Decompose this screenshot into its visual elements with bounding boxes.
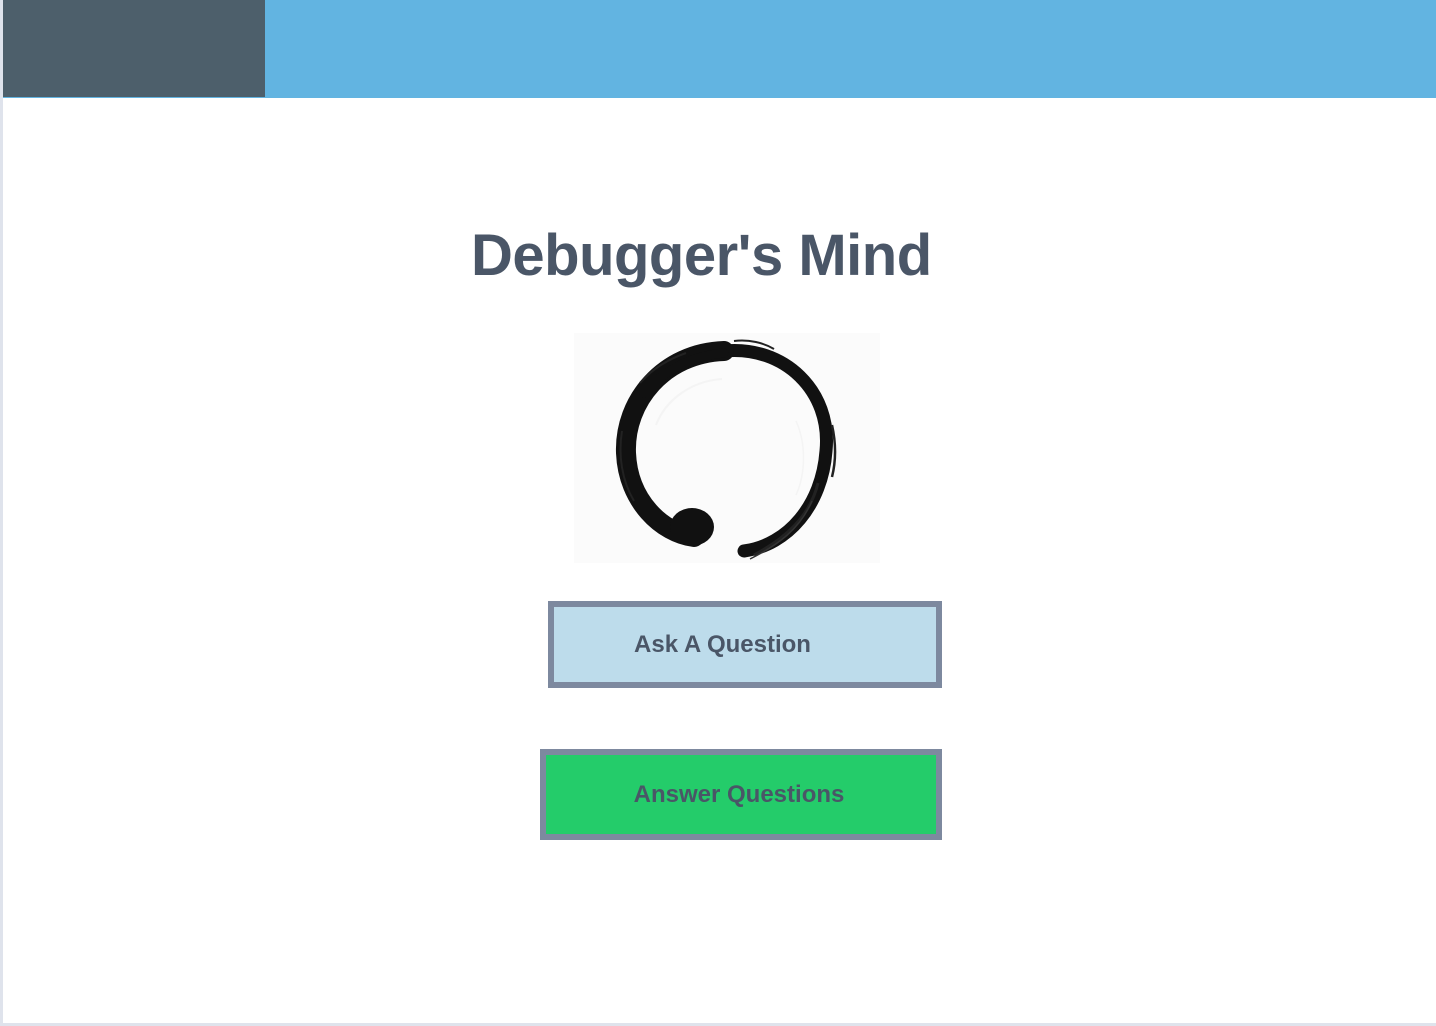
answer-questions-button[interactable]: Answer Questions [540, 749, 942, 840]
page-title: Debugger's Mind [471, 223, 932, 288]
top-nav-bar [3, 0, 1436, 98]
enso-circle-icon [574, 333, 880, 563]
page: Debugger's Mind Ask A Question Answer Qu… [3, 0, 1436, 1023]
ask-question-button[interactable]: Ask A Question [548, 601, 942, 688]
nav-brand-block [3, 0, 265, 97]
ask-question-label: Ask A Question [634, 630, 811, 658]
answer-questions-label: Answer Questions [633, 780, 845, 808]
